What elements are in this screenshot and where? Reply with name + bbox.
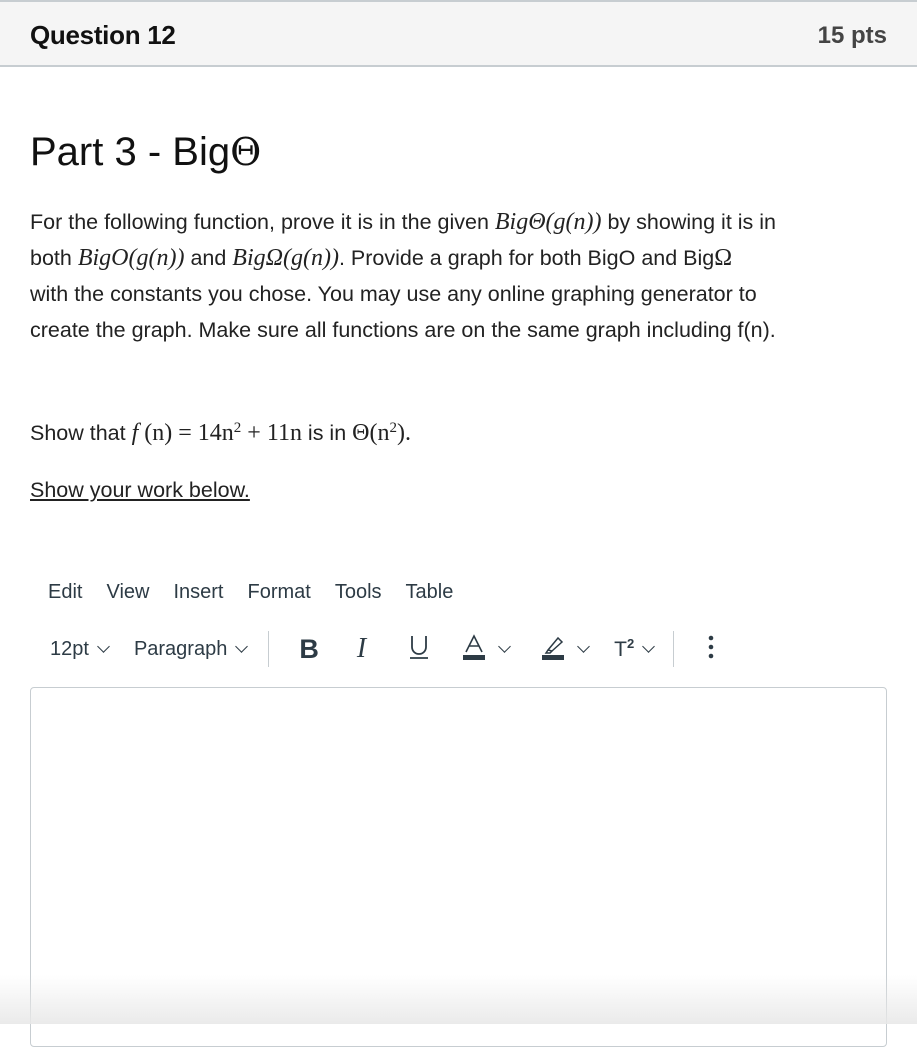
toolbar-separator <box>268 631 270 667</box>
text-span: is in <box>301 421 353 446</box>
text-span: both <box>30 246 78 270</box>
math-expression: ). <box>396 420 411 447</box>
chevron-down-icon <box>97 640 110 653</box>
math-exponent: 2 <box>389 420 397 436</box>
math-expression: (n) = 14n <box>138 420 234 447</box>
question-header: Question 12 15 pts <box>0 0 917 67</box>
chevron-down-icon <box>235 640 249 653</box>
menu-insert[interactable]: Insert <box>161 579 235 606</box>
chevron-down-icon[interactable] <box>577 640 591 653</box>
superscript-glyph: T <box>614 638 627 661</box>
menu-format[interactable]: Format <box>236 579 323 606</box>
text-color-icon <box>462 633 486 666</box>
text-span: with the constants you chose. You may us… <box>30 282 757 306</box>
more-options-button[interactable] <box>708 635 714 664</box>
omega-symbol: Ω <box>714 245 733 271</box>
text-span: create the graph. Make sure all function… <box>30 318 776 342</box>
text-span: and <box>184 246 233 270</box>
show-that-statement: Show that f (n) = 14n2 + 11n is in Θ(n2)… <box>30 420 411 447</box>
font-size-dropdown[interactable]: 12pt <box>50 637 110 661</box>
rich-text-editor-area[interactable] <box>30 687 887 1047</box>
superscript-icon: T2 <box>614 636 634 662</box>
math-expression: + 11n <box>241 420 302 447</box>
math-bigtheta: BigΘ(g(n)) <box>494 209 602 235</box>
chevron-down-icon[interactable] <box>498 640 512 653</box>
superscript-exp: 2 <box>627 636 635 651</box>
editor-menubar: Edit View Insert Format Tools Table <box>36 579 465 606</box>
block-format-dropdown[interactable]: Paragraph <box>133 637 249 661</box>
menu-view[interactable]: View <box>94 579 161 606</box>
superscript-button[interactable]: T2 <box>614 636 656 662</box>
math-bigo: BigO(g(n)) <box>77 245 185 271</box>
chevron-down-icon[interactable] <box>642 640 656 653</box>
text-span: For the following function, prove it is … <box>30 210 495 234</box>
bold-button[interactable]: B <box>299 634 319 665</box>
more-vertical-icon <box>708 635 714 664</box>
question-paragraph: For the following function, prove it is … <box>30 204 900 348</box>
question-points: 15 pts <box>817 22 887 49</box>
question-title: Question 12 <box>30 20 176 50</box>
italic-button[interactable]: I <box>357 633 366 665</box>
theta-symbol: Θ <box>230 130 262 174</box>
text-color-button[interactable] <box>462 633 512 666</box>
text-span: Show that <box>30 421 132 446</box>
highlighter-icon <box>541 633 565 666</box>
menu-edit[interactable]: Edit <box>36 579 94 606</box>
math-bigomega: BigΩ(g(n)) <box>232 245 339 271</box>
show-work-instruction: Show your work below. <box>30 478 250 502</box>
part-title: Part 3 - BigΘ <box>30 130 261 175</box>
text-span: by showing it is in <box>601 210 777 234</box>
part-title-text: Part 3 - Big <box>30 130 231 174</box>
math-theta: Θ(n <box>352 420 390 447</box>
highlight-color-button[interactable] <box>541 633 591 666</box>
menu-tools[interactable]: Tools <box>323 579 394 606</box>
menu-table[interactable]: Table <box>394 579 466 606</box>
underline-button[interactable] <box>408 634 430 665</box>
block-format-value: Paragraph <box>133 637 228 660</box>
editor-toolbar: 12pt Paragraph B I T2 <box>38 628 818 670</box>
font-size-value: 12pt <box>50 637 89 660</box>
italic-icon: I <box>356 633 367 664</box>
bold-icon: B <box>299 633 319 664</box>
text-span: . Provide a graph for both BigO and Big <box>338 246 715 270</box>
toolbar-separator <box>673 631 675 667</box>
underline-icon <box>408 634 430 665</box>
